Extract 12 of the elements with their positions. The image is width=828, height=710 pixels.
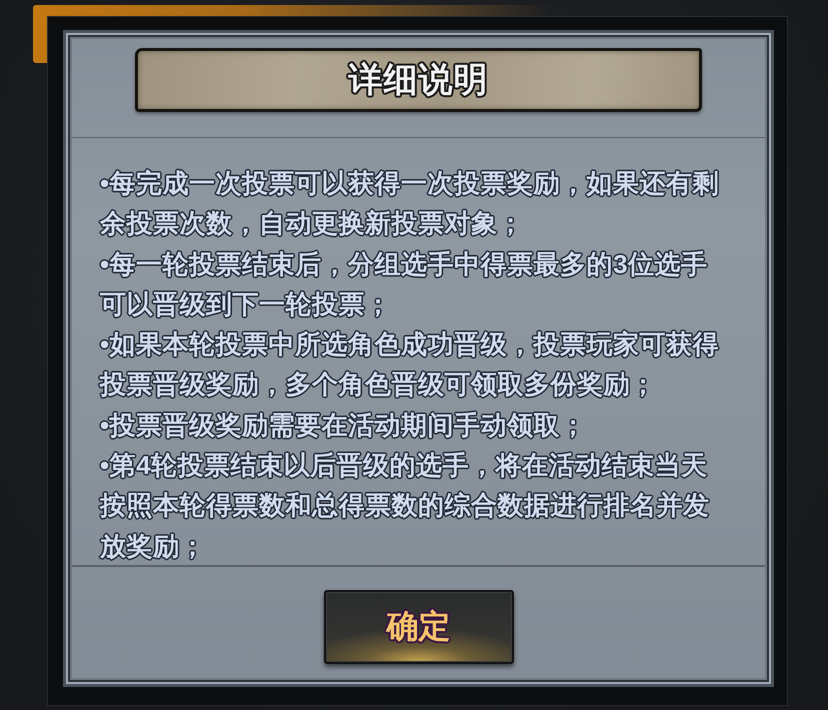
rule-text-line: 余投票次数，自动更换新投票对象； (100, 207, 524, 240)
rule-text-line: •每一轮投票结束后，分组选手中得票最多的3位选手 (100, 248, 708, 281)
rule-text-line: •如果本轮投票中所选角色成功晋级，投票玩家可获得 (100, 328, 720, 362)
dialog-title: 详细说明 (348, 60, 488, 101)
rule-text-line: 投票晋级奖励，多个角色晋级可领取多份奖励； (100, 368, 656, 402)
rule-text-line: 按照本轮得票数和总得票数的综合数据进行排名并发 (100, 489, 710, 522)
rule-text-line: •投票晋级奖励需要在活动期间手动领取； (100, 408, 587, 442)
rule-text-line: •第4轮投票结束以后晋级的选手，将在活动结束当天 (100, 449, 708, 482)
confirm-button[interactable]: 确定 (324, 590, 514, 664)
rule-text-line: 可以晋级到下一轮投票； (100, 288, 392, 321)
rule-text-line: 放奖励； (100, 530, 206, 563)
rule-text-line: •每完成一次投票可以获得一次投票奖励，如果还有剩 (100, 167, 720, 200)
